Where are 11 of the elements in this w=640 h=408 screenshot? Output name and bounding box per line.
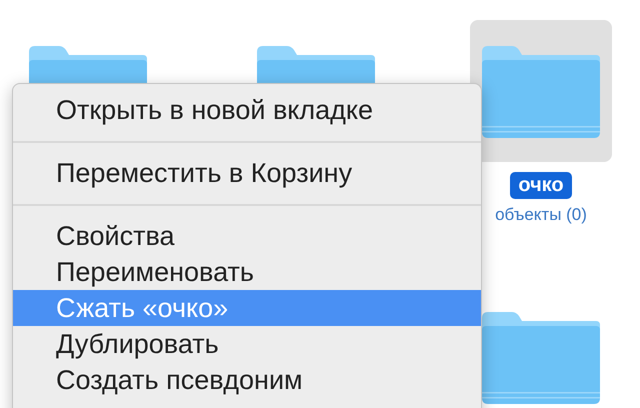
menu-item[interactable]: Создать псевдоним xyxy=(13,362,481,398)
menu-item[interactable]: Дублировать xyxy=(13,326,481,362)
menu-item[interactable]: Переместить в Корзину xyxy=(13,155,481,191)
menu-item[interactable]: Открыть в новой вкладке xyxy=(13,92,481,128)
folder-info: объекты (0) xyxy=(495,205,587,225)
selection-highlight[interactable] xyxy=(470,20,612,162)
folder-icon[interactable] xyxy=(482,46,600,138)
menu-item[interactable]: Переименовать xyxy=(13,254,481,290)
menu-item[interactable]: Свойства xyxy=(13,218,481,254)
folder-name: очко xyxy=(510,172,572,199)
folder-icon[interactable] xyxy=(482,312,600,404)
